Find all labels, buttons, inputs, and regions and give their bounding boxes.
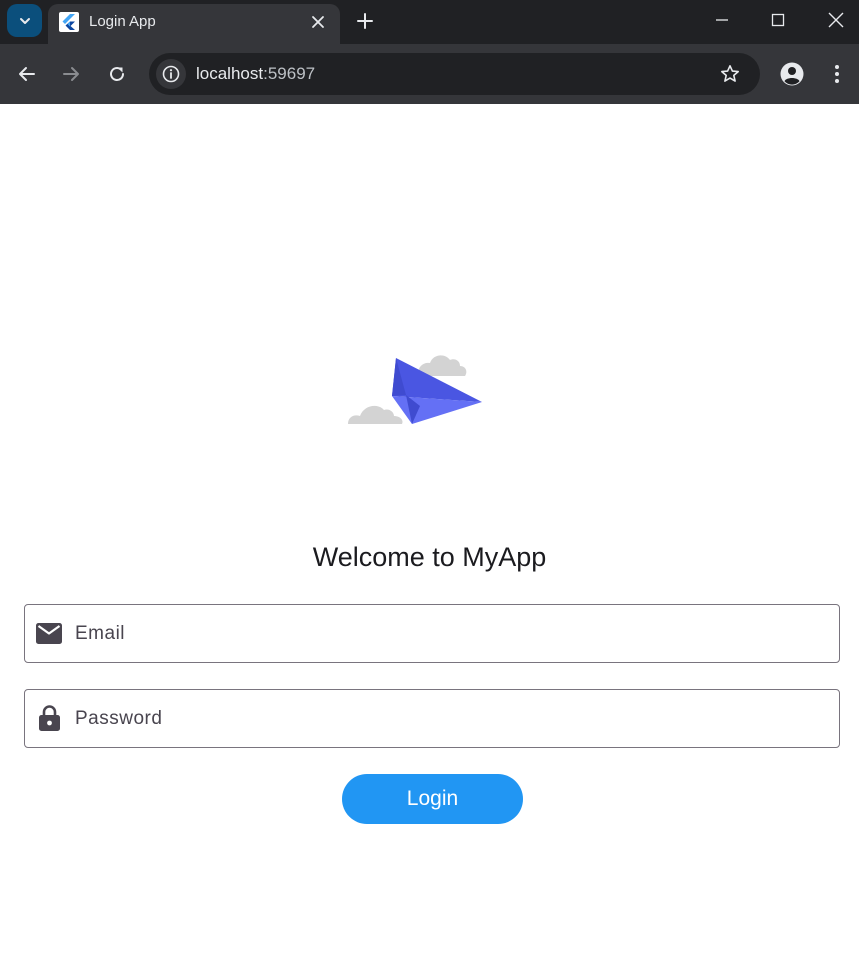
page-viewport: Welcome to MyApp Login: [0, 104, 859, 980]
back-button[interactable]: [10, 57, 44, 91]
bookmark-button[interactable]: [717, 61, 743, 87]
lock-icon: [36, 705, 62, 731]
email-field[interactable]: [24, 604, 840, 663]
reload-button[interactable]: [100, 57, 134, 91]
close-icon: [312, 16, 324, 28]
address-bar[interactable]: localhost:59697: [149, 53, 760, 95]
minimize-button[interactable]: [694, 0, 750, 40]
site-info-button[interactable]: [156, 59, 186, 89]
mail-icon: [36, 620, 62, 646]
browser-chrome: Login App localhost:59697: [0, 0, 859, 104]
paper-plane-icon: [348, 355, 482, 424]
star-icon: [721, 65, 739, 82]
url-port: :59697: [263, 64, 316, 83]
flutter-icon: [59, 12, 79, 32]
welcome-heading: Welcome to MyApp: [312, 542, 547, 572]
browser-tab[interactable]: Login App: [48, 4, 340, 44]
url-host: localhost: [196, 64, 264, 83]
info-icon: [162, 65, 180, 83]
plus-icon: [357, 13, 373, 29]
browser-menu-button[interactable]: [820, 57, 854, 91]
tab-close-button[interactable]: [307, 11, 329, 33]
tab-title: Login App: [89, 13, 156, 30]
arrow-left-icon: [19, 67, 35, 81]
close-icon: [828, 12, 844, 28]
tab-search-button[interactable]: [7, 4, 42, 37]
more-vert-icon: [835, 65, 839, 83]
chevron-down-icon: [19, 17, 30, 24]
url-text[interactable]: localhost:59697: [196, 64, 315, 84]
password-field[interactable]: [24, 689, 840, 748]
new-tab-button[interactable]: [352, 8, 378, 34]
maximize-button[interactable]: [750, 0, 806, 40]
reload-icon: [110, 67, 124, 81]
password-input[interactable]: [75, 690, 815, 747]
profile-button[interactable]: [775, 57, 809, 91]
tab-strip: Login App: [0, 0, 859, 44]
forward-button[interactable]: [54, 57, 88, 91]
minimize-icon: [716, 19, 728, 21]
login-button[interactable]: Login: [342, 774, 523, 824]
maximize-icon: [771, 13, 785, 27]
close-window-button[interactable]: [808, 0, 859, 40]
arrow-right-icon: [63, 67, 79, 81]
profile-icon: [780, 62, 804, 86]
email-input[interactable]: [75, 605, 815, 662]
